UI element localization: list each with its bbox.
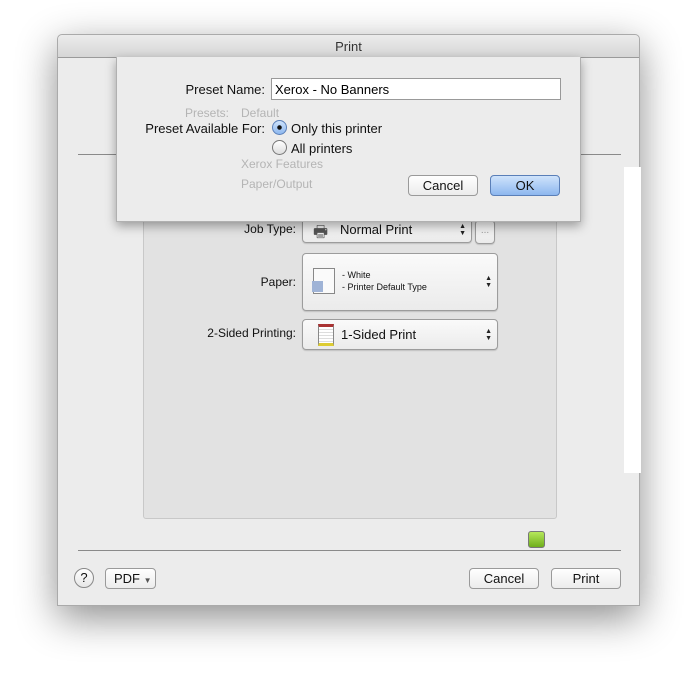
- preset-name-input[interactable]: [271, 78, 561, 100]
- section-popup[interactable]: Paper/Output: [241, 177, 312, 191]
- print-button[interactable]: Print: [551, 568, 621, 589]
- radio-selected[interactable]: [272, 120, 287, 135]
- paper-default: - Printer Default Type: [342, 282, 427, 292]
- more-options-button[interactable]: ...: [475, 220, 495, 244]
- printer-icon: 🖶: [313, 224, 329, 241]
- preview-area: [624, 167, 641, 473]
- paper-popup[interactable]: - White - Printer Default Type ▲ ▼: [302, 253, 498, 311]
- ok-button[interactable]: OK: [490, 175, 560, 196]
- cancel-button[interactable]: Cancel: [469, 568, 539, 589]
- sheet-cancel-button[interactable]: Cancel: [408, 175, 478, 196]
- updown-arrows-icon: ▲ ▼: [485, 275, 492, 289]
- preset-name-label: Preset Name:: [185, 82, 265, 97]
- window-title: Print: [58, 35, 639, 58]
- options-panel: [143, 201, 557, 519]
- paper-label: Paper:: [260, 275, 296, 289]
- chevron-down-icon: ▼: [143, 576, 152, 585]
- presets-label: Presets:: [184, 106, 229, 120]
- presets-popup[interactable]: Default: [241, 106, 279, 120]
- features-popup[interactable]: Xerox Features: [241, 157, 323, 171]
- radio-unselected[interactable]: [272, 140, 287, 155]
- two-sided-label: 2-Sided Printing:: [207, 326, 296, 340]
- pdf-menu-button[interactable]: PDF ▼: [105, 568, 156, 589]
- job-type-label: Job Type:: [244, 222, 296, 236]
- printer-status-icon[interactable]: [528, 531, 545, 548]
- save-preset-sheet: Presets: Default Xerox Features Paper/Ou…: [116, 57, 581, 222]
- pdf-label: PDF: [114, 571, 140, 586]
- available-for-label: Preset Available For:: [145, 121, 265, 136]
- help-button[interactable]: ?: [74, 568, 94, 588]
- divider: [78, 550, 621, 551]
- page-icon: [318, 324, 334, 346]
- updown-arrows-icon: ▲ ▼: [459, 222, 466, 237]
- updown-arrows-icon: ▲ ▼: [485, 327, 492, 342]
- two-sided-value: 1-Sided Print: [341, 327, 417, 342]
- paper-icon: [312, 268, 335, 294]
- paper-type: - White: [342, 270, 371, 280]
- two-sided-popup[interactable]: 1-Sided Print ▲ ▼: [302, 319, 498, 350]
- radio-label: All printers: [291, 141, 353, 156]
- job-type-value: Normal Print: [340, 222, 413, 237]
- radio-label: Only this printer: [291, 121, 383, 136]
